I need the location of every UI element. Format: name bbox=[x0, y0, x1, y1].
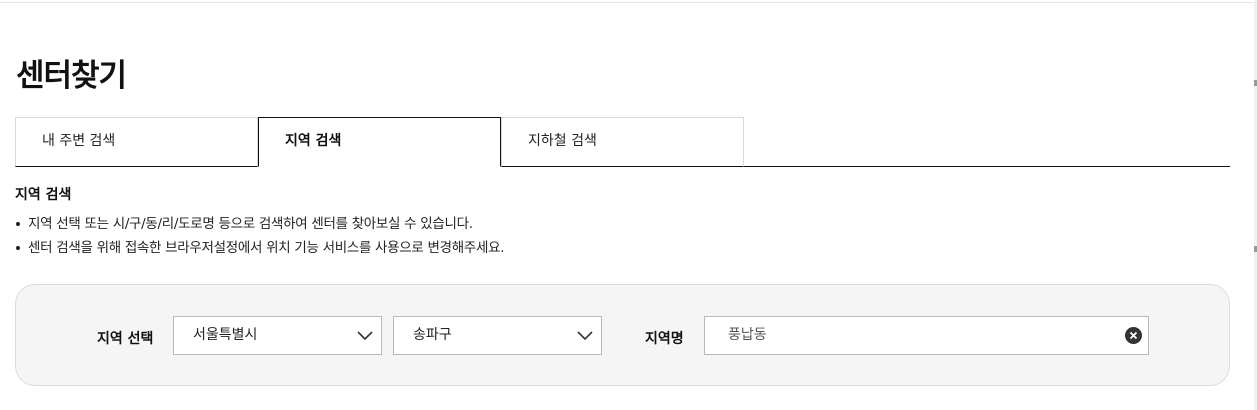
region-search-panel: 지역 선택 서울특별시 송파구 지역명 풍납동 bbox=[15, 284, 1230, 386]
region-name-label: 지역명 bbox=[645, 331, 684, 347]
chevron-down-icon bbox=[577, 331, 593, 341]
section-heading: 지역 검색 bbox=[15, 187, 72, 203]
tab-subway-search[interactable]: 지하철 검색 bbox=[501, 117, 744, 167]
region-select-label: 지역 선택 bbox=[97, 331, 154, 347]
guide-note: 지역 선택 또는 시/구/동/리/도로명 등으로 검색하여 센터를 찾아보실 수… bbox=[15, 212, 504, 236]
district-select-value: 송파구 bbox=[413, 327, 452, 343]
city-select[interactable]: 서울특별시 bbox=[173, 316, 382, 355]
district-select[interactable]: 송파구 bbox=[393, 316, 602, 355]
page-title: 센터찾기 bbox=[16, 58, 127, 94]
guide-note: 센터 검색을 위해 접속한 브라우저설정에서 위치 기능 서비스를 사용으로 변… bbox=[15, 236, 505, 260]
tab-region-search[interactable]: 지역 검색 bbox=[258, 117, 501, 167]
chevron-down-icon bbox=[357, 331, 373, 341]
city-select-value: 서울특별시 bbox=[193, 327, 258, 343]
tab-nearby-search[interactable]: 내 주변 검색 bbox=[15, 117, 258, 167]
guide-notes: 지역 선택 또는 시/구/동/리/도로명 등으로 검색하여 센터를 찾아보실 수… bbox=[15, 212, 505, 260]
search-tabs: 내 주변 검색 지역 검색 지하철 검색 bbox=[15, 117, 1230, 167]
region-name-value: 풍납동 bbox=[728, 327, 767, 343]
top-divider bbox=[0, 2, 1257, 3]
region-name-input[interactable]: 풍납동 bbox=[704, 316, 1149, 355]
clear-icon[interactable] bbox=[1125, 327, 1142, 344]
